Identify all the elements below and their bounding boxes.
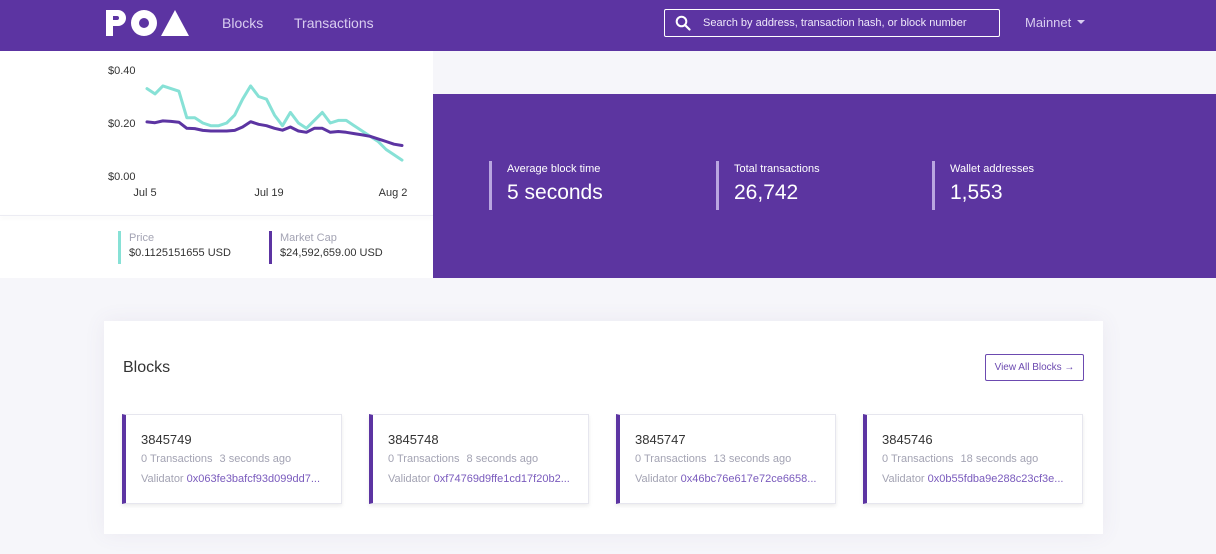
stat-label: Total transactions bbox=[734, 163, 820, 175]
validator-label: Validator bbox=[635, 473, 678, 485]
search-box[interactable] bbox=[664, 9, 1000, 37]
legend-price: Price $0.1125151655 USD bbox=[118, 231, 231, 264]
legend-price-value: $0.1125151655 USD bbox=[129, 247, 231, 259]
y-tick-label: $0.40 bbox=[108, 65, 136, 77]
validator-address-link[interactable]: 0xf74769d9ffe1cd17f20b2... bbox=[434, 473, 570, 485]
block-transactions: 0 Transactions bbox=[141, 453, 213, 465]
block-number[interactable]: 3845748 bbox=[388, 432, 439, 447]
legend-market-cap: Market Cap $24,592,659.00 USD bbox=[269, 231, 383, 264]
stat-average-block-time: Average block time 5 seconds bbox=[489, 161, 603, 210]
block-validator: Validator 0x46bc76e617e72ce6658... bbox=[635, 473, 831, 485]
stat-label: Wallet addresses bbox=[950, 163, 1034, 175]
price-chart: $0.40 $0.20 $0.00 Jul 5 Jul 19 Aug 2 bbox=[108, 65, 408, 199]
stat-value: 1,553 bbox=[950, 181, 1003, 204]
blocks-title: Blocks bbox=[123, 359, 171, 376]
block-transactions: 0 Transactions bbox=[882, 453, 954, 465]
blocks-card: Blocks View All Blocks → 3845749 0 Trans… bbox=[104, 321, 1103, 534]
stat-value: 5 seconds bbox=[507, 181, 603, 204]
stat-label: Average block time bbox=[507, 163, 601, 175]
block-transactions: 0 Transactions bbox=[388, 453, 460, 465]
validator-label: Validator bbox=[388, 473, 431, 485]
y-tick-label: $0.00 bbox=[108, 171, 136, 183]
block-age: 8 seconds ago bbox=[466, 453, 539, 465]
block-transactions: 0 Transactions bbox=[635, 453, 707, 465]
market-chart-card: $0.40 $0.20 $0.00 Jul 5 Jul 19 Aug 2 Price $0… bbox=[0, 51, 433, 278]
block-meta: 0 Transactions 13 seconds ago bbox=[635, 453, 791, 465]
legend-price-label: Price bbox=[129, 232, 155, 244]
nav-link-blocks[interactable]: Blocks bbox=[222, 15, 263, 31]
validator-address-link[interactable]: 0x46bc76e617e72ce6658... bbox=[681, 473, 817, 485]
block-tile[interactable]: 3845747 0 Transactions 13 seconds ago Val… bbox=[616, 414, 836, 504]
nav-link-transactions[interactable]: Transactions bbox=[294, 15, 374, 31]
search-icon bbox=[675, 15, 691, 31]
block-meta: 0 Transactions 8 seconds ago bbox=[388, 453, 538, 465]
network-label: Mainnet bbox=[1025, 15, 1072, 30]
validator-label: Validator bbox=[882, 473, 925, 485]
block-number[interactable]: 3845746 bbox=[882, 432, 933, 447]
validator-address-link[interactable]: 0x063fe3bafcf93d099dd7... bbox=[187, 473, 320, 485]
poa-logo[interactable] bbox=[106, 10, 190, 36]
chevron-down-icon bbox=[1077, 20, 1086, 24]
block-validator: Validator 0x0b55fdba9e288c23cf3e... bbox=[882, 473, 1078, 485]
network-dropdown[interactable]: Mainnet bbox=[1025, 15, 1086, 30]
legend-market-cap-value: $24,592,659.00 USD bbox=[280, 247, 383, 259]
search-input[interactable] bbox=[703, 13, 993, 33]
price-series-line bbox=[145, 84, 404, 162]
block-tile[interactable]: 3845746 0 Transactions 18 seconds ago Val… bbox=[863, 414, 1083, 504]
block-validator: Validator 0x063fe3bafcf93d099dd7... bbox=[141, 473, 337, 485]
block-number[interactable]: 3845749 bbox=[141, 432, 192, 447]
block-age: 18 seconds ago bbox=[960, 453, 1039, 465]
stat-wallet-addresses: Wallet addresses 1,553 bbox=[932, 161, 1034, 210]
x-tick-label: Jul 5 bbox=[133, 187, 156, 199]
stat-value: 26,742 bbox=[734, 181, 799, 204]
stat-total-transactions: Total transactions 26,742 bbox=[716, 161, 820, 210]
block-meta: 0 Transactions 18 seconds ago bbox=[882, 453, 1038, 465]
block-tile[interactable]: 3845749 0 Transactions 3 seconds ago Vali… bbox=[122, 414, 342, 504]
navbar: Blocks Transactions Mainnet bbox=[0, 0, 1216, 51]
validator-label: Validator bbox=[141, 473, 184, 485]
x-tick-label: Jul 19 bbox=[254, 187, 283, 199]
block-number[interactable]: 3845747 bbox=[635, 432, 686, 447]
legend-market-cap-label: Market Cap bbox=[280, 232, 337, 244]
block-age: 13 seconds ago bbox=[713, 453, 792, 465]
block-validator: Validator 0xf74769d9ffe1cd17f20b2... bbox=[388, 473, 584, 485]
validator-address-link[interactable]: 0x0b55fdba9e288c23cf3e... bbox=[928, 473, 1064, 485]
block-meta: 0 Transactions 3 seconds ago bbox=[141, 453, 291, 465]
stats-panel: Average block time 5 seconds Total trans… bbox=[433, 94, 1216, 278]
chart-divider bbox=[0, 215, 433, 216]
block-tile[interactable]: 3845748 0 Transactions 8 seconds ago Vali… bbox=[369, 414, 589, 504]
block-age: 3 seconds ago bbox=[219, 453, 292, 465]
y-tick-label: $0.20 bbox=[108, 118, 136, 130]
x-tick-label: Aug 2 bbox=[379, 187, 408, 199]
view-all-blocks-button[interactable]: View All Blocks → bbox=[985, 354, 1084, 381]
